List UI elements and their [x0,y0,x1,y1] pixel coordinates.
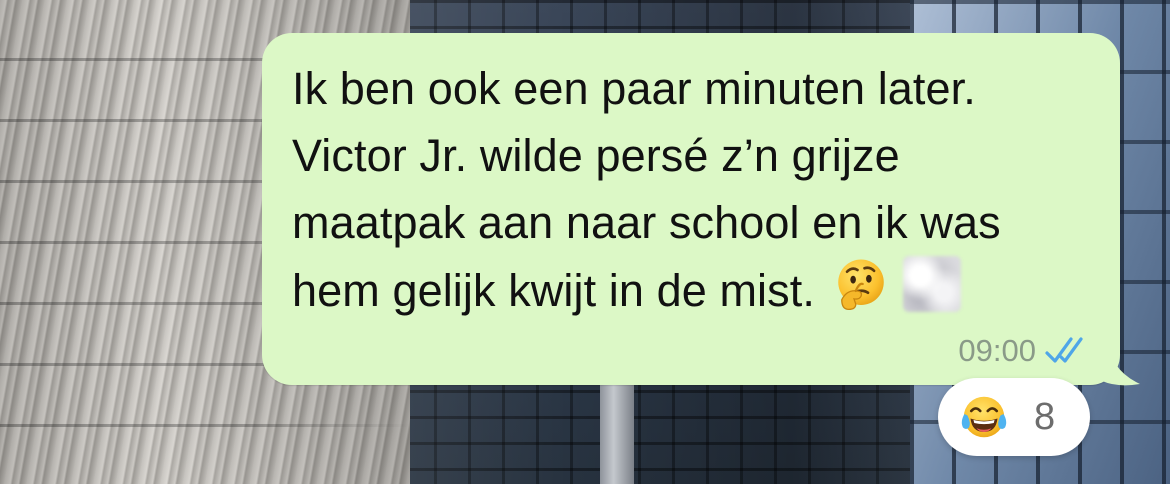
reaction-button[interactable]: 8 [938,378,1090,456]
outgoing-message-bubble[interactable]: Ik ben ook een paar minuten later. Victo… [262,33,1120,385]
message-line: Victor Jr. wilde persé z’n grijze [292,130,900,181]
message-line-text: hem gelijk kwijt in de mist. [292,265,815,316]
message-meta: 09:00 [958,333,1092,369]
street-pole [600,380,634,484]
face-with-tears-of-joy-emoji-icon [961,396,1007,438]
message-line: Ik ben ook een paar minuten later. [292,63,976,114]
bubble-tail [1100,340,1140,386]
thinking-face-emoji-icon [838,259,884,311]
reaction-count: 8 [1034,395,1056,438]
message-text: Ik ben ook een paar minuten later. Victo… [292,55,1092,324]
double-check-read-icon [1045,337,1083,363]
message-line-last: hem gelijk kwijt in de mist. [292,256,1092,324]
blurred-emoji-icon [902,256,961,312]
message-time: 09:00 [958,333,1036,368]
message-line: maatpak aan naar school en ik was [292,197,1001,248]
